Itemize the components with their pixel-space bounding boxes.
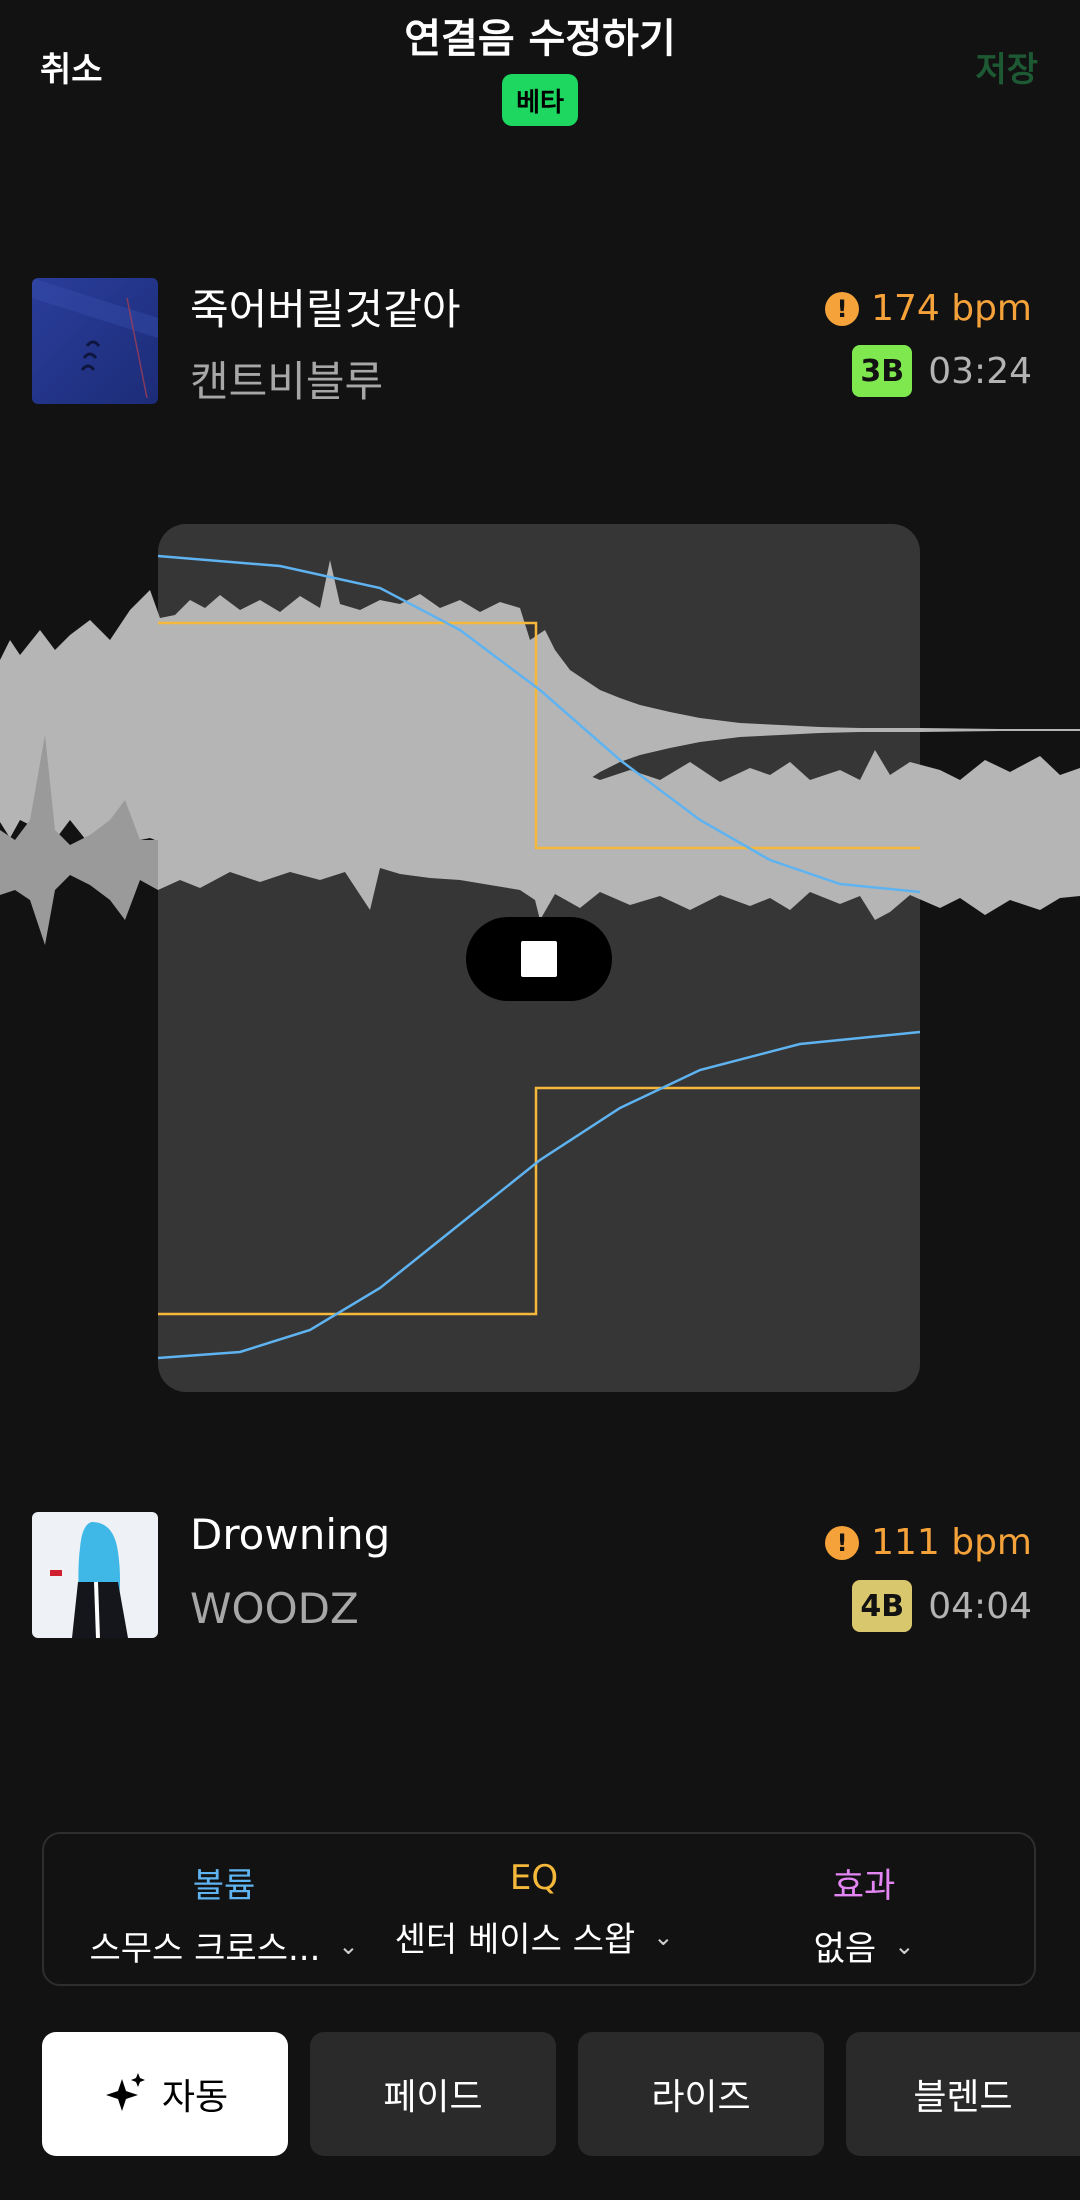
bpm-from: ! 174 bpm bbox=[825, 288, 1032, 329]
mode-rise-button[interactable]: 라이즈 bbox=[578, 2032, 824, 2156]
mode-blend-button[interactable]: 블렌드 bbox=[846, 2032, 1080, 2156]
transition-settings-panel: 볼륨 스무스 크로스... ⌄ EQ 센터 베이스 스왑 ⌄ 효과 없음 ⌄ bbox=[42, 1832, 1036, 1986]
eq-value: 센터 베이스 스왑 bbox=[394, 1920, 636, 1960]
volume-value: 스무스 크로스... bbox=[89, 1929, 321, 1969]
eq-label: EQ bbox=[509, 1858, 559, 1898]
effect-label: 효과 bbox=[832, 1866, 896, 1906]
chevron-down-icon: ⌄ bbox=[653, 1922, 674, 1951]
key-duration-to: 4B 04:04 bbox=[852, 1580, 1032, 1632]
key-duration-from: 3B 03:24 bbox=[852, 345, 1032, 397]
track-artist-from: 캔트비블루 bbox=[190, 357, 384, 406]
eq-setting[interactable]: EQ 센터 베이스 스왑 ⌄ bbox=[384, 1858, 684, 1961]
effect-value: 없음 bbox=[813, 1929, 877, 1969]
duration: 04:04 bbox=[928, 1585, 1032, 1627]
volume-label: 볼륨 bbox=[192, 1866, 256, 1906]
track-title-to: Drowning bbox=[190, 1510, 391, 1559]
album-cover-from bbox=[32, 278, 158, 404]
mode-auto-label: 자동 bbox=[161, 2077, 229, 2118]
page-title: 연결음 수정하기 bbox=[404, 16, 676, 62]
sparkle-icon bbox=[105, 2073, 145, 2111]
warning-icon: ! bbox=[825, 291, 860, 326]
track-title-from: 죽어버릴것같아 bbox=[190, 285, 461, 334]
track-artist-to: WOODZ bbox=[190, 1584, 359, 1633]
duration: 03:24 bbox=[928, 350, 1032, 392]
bpm-value: 174 bpm bbox=[871, 288, 1032, 329]
mode-auto-button[interactable]: 자동 bbox=[42, 2032, 288, 2156]
effect-setting[interactable]: 효과 없음 ⌄ bbox=[724, 1858, 1004, 1970]
mode-fade-button[interactable]: 페이드 bbox=[310, 2032, 556, 2156]
stop-icon bbox=[521, 941, 557, 977]
chevron-down-icon: ⌄ bbox=[894, 1931, 915, 1960]
beta-badge: 베타 bbox=[502, 74, 578, 126]
key-badge: 4B bbox=[852, 1580, 913, 1632]
stop-button[interactable] bbox=[466, 917, 612, 1001]
volume-setting[interactable]: 볼륨 스무스 크로스... ⌄ bbox=[64, 1858, 384, 1970]
bpm-to: ! 111 bpm bbox=[825, 1522, 1032, 1563]
bpm-value: 111 bpm bbox=[871, 1522, 1032, 1563]
chevron-down-icon: ⌄ bbox=[338, 1931, 359, 1960]
key-badge: 3B bbox=[852, 345, 913, 397]
album-cover-to bbox=[32, 1512, 158, 1638]
warning-icon: ! bbox=[825, 1525, 860, 1560]
save-button[interactable]: 저장 bbox=[975, 42, 1038, 91]
